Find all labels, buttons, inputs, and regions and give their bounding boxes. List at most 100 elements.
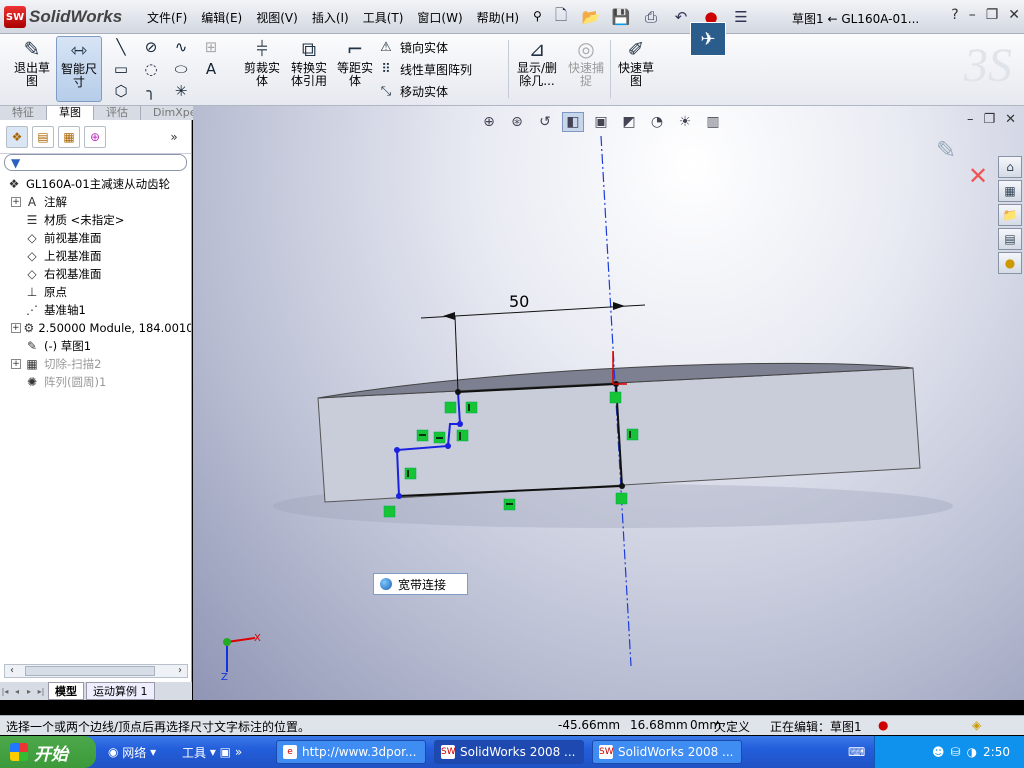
trim-button[interactable]: ⫩ 剪裁实 体 <box>240 36 284 102</box>
circle-icon[interactable]: ⊘ <box>145 38 158 56</box>
convert-entities-button[interactable]: ⧉ 转换实 体引用 <box>286 36 332 102</box>
prev-tab-icon[interactable]: ◂ <box>12 687 22 696</box>
property-manager-tab-icon[interactable]: ▤ <box>32 125 54 148</box>
new-doc-icon[interactable]: 🗋 <box>548 6 574 28</box>
rapid-sketch-button[interactable]: ✐ 快速草 图 <box>614 36 658 102</box>
tree-item[interactable]: ✎ (-) 草图1 <box>0 337 191 355</box>
first-tab-icon[interactable]: |◂ <box>0 687 10 696</box>
display-delete-relations-button[interactable]: ⊿ 显示/删 除几... <box>514 36 560 102</box>
appearance-icon[interactable]: ☀ <box>674 112 696 132</box>
tree-item[interactable]: +⚙2.50000 Module, 184.0010mm <box>0 319 191 337</box>
scroll-right-icon[interactable]: › <box>173 665 187 677</box>
tag-icon[interactable]: ◈ <box>972 718 981 732</box>
pin-icon[interactable]: ⚲ <box>526 9 549 26</box>
ellipse-icon[interactable]: ⬭ <box>175 60 188 78</box>
save-icon[interactable]: 💾 <box>608 6 634 28</box>
viewport-restore-icon[interactable]: ❐ <box>983 112 995 127</box>
tree-item[interactable]: ⋰ 基准轴1 <box>0 301 191 319</box>
tab-evaluate[interactable]: 评估 <box>94 106 141 120</box>
viewport-minimize-icon[interactable]: – <box>967 112 974 127</box>
design-library-icon[interactable]: ▦ <box>998 180 1022 202</box>
chevron-right-icon[interactable]: » <box>163 126 185 148</box>
section-view-icon[interactable]: ◧ <box>562 112 584 132</box>
tree-item[interactable]: + ▦ 切除-扫描2 <box>0 355 191 373</box>
tab-model[interactable]: 模型 <box>48 682 84 700</box>
restore-icon[interactable]: ❐ <box>986 7 999 23</box>
tray-icon[interactable]: ☻ <box>932 745 945 759</box>
file-explorer-icon[interactable]: 📁 <box>998 204 1022 226</box>
move-entities-button[interactable]: ⤡ 移动实体 <box>378 80 508 102</box>
polygon-icon[interactable]: ⬡ <box>114 82 127 100</box>
scroll-thumb[interactable] <box>25 666 155 676</box>
tray-icon[interactable]: ◑ <box>967 745 977 759</box>
zoom-to-fit-icon[interactable]: ⊕ <box>478 112 500 132</box>
tree-horizontal-scrollbar[interactable]: ‹ › <box>4 664 188 678</box>
tray-icon[interactable]: ⛁ <box>951 745 961 759</box>
tab-motion-study[interactable]: 运动算例 1 <box>86 682 155 700</box>
taskbar-browser[interactable]: e http://www.3dpor... <box>276 740 426 764</box>
expand-icon[interactable]: + <box>11 323 21 333</box>
menu-window[interactable]: 窗口(W) <box>410 9 469 26</box>
dimension-value[interactable]: 50 <box>509 292 529 311</box>
next-tab-icon[interactable]: ▸ <box>24 687 34 696</box>
expand-icon[interactable]: + <box>11 359 21 369</box>
menu-insert[interactable]: 插入(I) <box>305 9 356 26</box>
taskbar-solidworks-2[interactable]: SW SolidWorks 2008 ... <box>592 740 742 764</box>
point-icon[interactable]: ✳ <box>175 82 188 100</box>
tree-item[interactable]: ❖ GL160A-01主减速从动齿轮 <box>0 175 191 193</box>
network-connection-popup[interactable]: 宽带连接 <box>373 573 468 595</box>
app-logo[interactable]: SW SolidWorks <box>4 5 122 29</box>
quick-snaps-button[interactable]: ◎ 快速捕 捉 <box>564 36 608 102</box>
exit-sketch-button[interactable]: ✎ 退出草 图 <box>10 36 54 102</box>
mirror-entities-button[interactable]: ⚠ 镜向实体 <box>378 36 508 58</box>
open-folder-icon[interactable]: 📂 <box>578 6 604 28</box>
text-icon[interactable]: A <box>206 60 216 78</box>
menu-help[interactable]: 帮助(H) <box>470 9 526 26</box>
view-palette-icon[interactable]: ▤ <box>998 228 1022 250</box>
tree-item[interactable]: + A 注解 <box>0 193 191 211</box>
line-icon[interactable]: ╲ <box>116 38 125 56</box>
menu-file[interactable]: 文件(F) <box>140 9 194 26</box>
dimxpert-tab-icon[interactable]: ⊕ <box>84 125 106 148</box>
tree-item[interactable]: ☰ 材质 <未指定> <box>0 211 191 229</box>
start-button[interactable]: 开始 <box>0 736 96 768</box>
menu-edit[interactable]: 编辑(E) <box>194 9 249 26</box>
taskbar-solidworks-1[interactable]: SW SolidWorks 2008 ... <box>434 740 584 764</box>
offset-entities-button[interactable]: ⌐ 等距实 体 <box>334 36 376 102</box>
config-manager-tab-icon[interactable]: ▦ <box>58 125 80 148</box>
tree-item[interactable]: ◇ 前视基准面 <box>0 229 191 247</box>
smart-dimension-button[interactable]: ⇿ 智能尺 寸 <box>56 36 102 102</box>
previous-view-icon[interactable]: ↺ <box>534 112 556 132</box>
network-toolbar[interactable]: ◉ 网络 ▾ <box>108 741 156 763</box>
display-style-icon[interactable]: ◩ <box>618 112 640 132</box>
linear-pattern-button[interactable]: ⠿ 线性草图阵列 <box>378 58 508 80</box>
tree-item[interactable]: ⊥ 原点 <box>0 283 191 301</box>
zoom-area-icon[interactable]: ⊛ <box>506 112 528 132</box>
clock[interactable]: 2:50 <box>983 745 1010 759</box>
graphics-viewport[interactable]: 50 X Z ⊕ ⊛ ↺ ◧ ▣ ◩ ◔ ☀ ▥ – ❐ ✕ ✎ ✕ ⌂ ▦ 📁… <box>193 106 1024 700</box>
grid-icon[interactable]: ⊞ <box>205 38 218 56</box>
close-icon[interactable]: ✕ <box>1008 7 1020 23</box>
menu-view[interactable]: 视图(V) <box>249 9 305 26</box>
home-icon[interactable]: ⌂ <box>998 156 1022 178</box>
apply-scene-icon[interactable]: ▥ <box>702 112 724 132</box>
solidworks-quicklaunch-icon[interactable]: ▣ <box>220 745 231 759</box>
exit-sketch-corner-icon[interactable]: ✎ <box>936 136 956 164</box>
print-icon[interactable]: ⎙ <box>638 6 664 28</box>
discard-changes-icon[interactable]: ✕ <box>968 162 988 190</box>
options-icon[interactable]: ☰ <box>728 6 754 28</box>
viewport-close-icon[interactable]: ✕ <box>1005 112 1016 127</box>
tree-item[interactable]: ✺ 阵列(圆周)1 <box>0 373 191 391</box>
scroll-left-icon[interactable]: ‹ <box>5 665 19 677</box>
expand-icon[interactable]: + <box>11 197 21 207</box>
solidworks-resource-icon[interactable]: ✈ <box>690 22 726 56</box>
rebuild-status-icon[interactable]: ● <box>878 718 888 732</box>
minimize-icon[interactable]: – <box>969 7 976 23</box>
hide-show-items-icon[interactable]: ◔ <box>646 112 668 132</box>
help-icon[interactable]: ? <box>951 7 958 23</box>
fillet-icon[interactable]: ╮ <box>146 82 155 100</box>
tree-item[interactable]: ◇ 上视基准面 <box>0 247 191 265</box>
tools-toolbar[interactable]: 工具 ▾ ▣ » <box>182 741 242 763</box>
menu-tools[interactable]: 工具(T) <box>356 9 411 26</box>
view-orientation-icon[interactable]: ▣ <box>590 112 612 132</box>
